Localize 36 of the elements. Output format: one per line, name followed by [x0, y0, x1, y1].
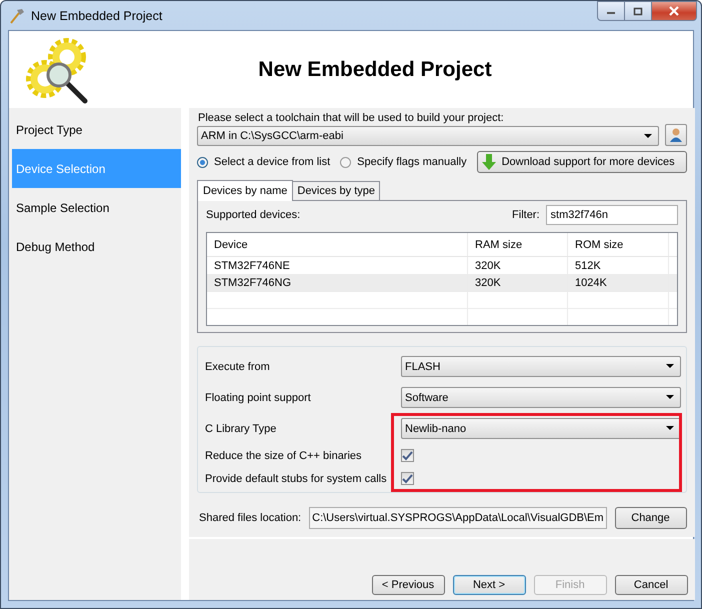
wizard-button[interactable]: < Previous [372, 575, 445, 595]
wizard-button[interactable]: Cancel [614, 575, 688, 595]
setting-label: Floating point support [205, 390, 312, 406]
radio-label[interactable]: Specify flags manually [357, 156, 467, 168]
setting-dropdown[interactable]: Newlib-nano [401, 418, 681, 439]
change-button[interactable]: Change [614, 507, 687, 529]
window-title: New Embedded Project [31, 8, 162, 22]
setting-label: Provide default stubs for system calls [205, 472, 388, 486]
column-header[interactable]: RAM size [468, 233, 568, 256]
column-header[interactable]: Device [207, 233, 468, 256]
setting-label: Reduce the size of C++ binaries [205, 448, 363, 464]
download-button[interactable]: Download support for more devices [476, 151, 687, 173]
toolchain-label: Please select a toolchain that will be used to build your project: [198, 112, 505, 124]
setting-dropdown[interactable]: FLASH [401, 356, 681, 377]
setting-label: C Library Type [205, 422, 278, 436]
tab[interactable]: Devices by name [197, 180, 294, 201]
shared-files-field[interactable]: C:\Users\virtual.SYSPROGS\AppData\Local\VisualGDB\Em [309, 507, 607, 529]
setting-label: Execute from [205, 360, 271, 374]
filter-label: Filter: [512, 209, 540, 221]
table-cell: 1024K [568, 274, 669, 291]
toolchain-dropdown[interactable]: ARM in C:\SysGCC\arm-eabi [197, 126, 659, 146]
column-header[interactable]: ROM size [568, 233, 669, 256]
supported-devices-label: Supported devices: [206, 209, 300, 221]
filter-field[interactable]: stm32f746n [546, 205, 678, 225]
tab[interactable]: Devices by type [293, 181, 380, 200]
shared-files-label: Shared files location: [199, 512, 302, 524]
sidebar-item[interactable]: Project Type [12, 110, 181, 149]
page-title: New Embedded Project [257, 58, 493, 82]
setting-dropdown[interactable]: Software [401, 387, 681, 408]
wizard-button[interactable]: Next > [452, 575, 526, 595]
sidebar-item[interactable]: Debug Method [12, 227, 181, 266]
table-cell: 320K [468, 274, 568, 291]
sidebar-item[interactable]: Sample Selection [12, 188, 181, 227]
radio-label[interactable]: Select a device from list [214, 156, 330, 168]
table-cell: STM32F746NG [207, 274, 468, 291]
device-row[interactable]: STM32F746NG 320K 1024K [207, 274, 677, 291]
